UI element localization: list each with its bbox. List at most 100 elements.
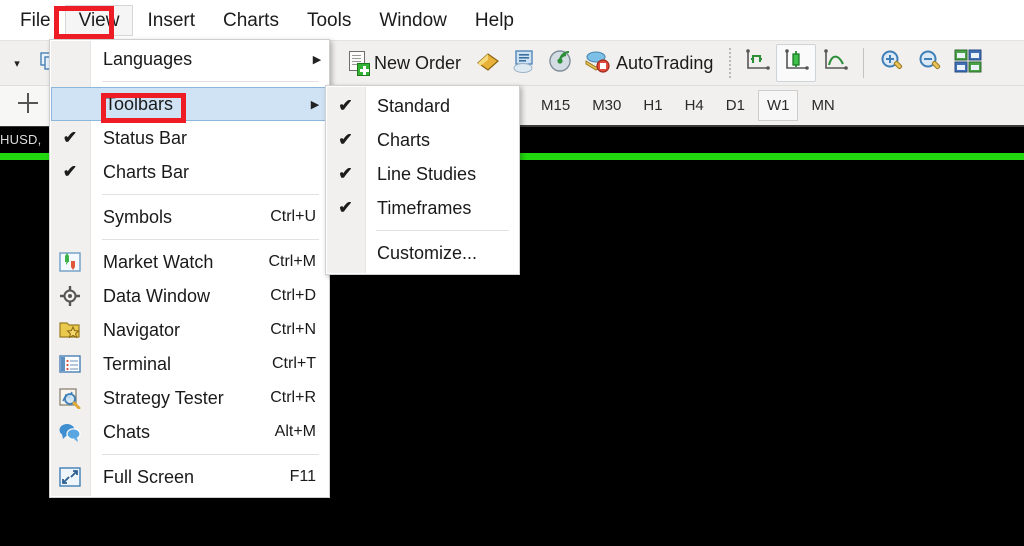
submenu-item-customize[interactable]: Customize...	[326, 236, 519, 270]
line-chart-button[interactable]	[816, 44, 854, 82]
submenu-item-standard[interactable]: ✔ Standard	[326, 89, 519, 123]
check-glyph: ✔	[338, 164, 353, 183]
menu-item-label: Data Window	[103, 285, 211, 306]
menu-item-symbols[interactable]: Symbols Ctrl+U	[50, 200, 329, 234]
bar-chart-button[interactable]	[738, 44, 776, 82]
zoom-in-button[interactable]	[873, 44, 911, 82]
strategy-tester-icon	[50, 381, 90, 415]
menu-item-market-watch[interactable]: Market Watch Ctrl+M	[50, 245, 329, 279]
autotrading-icon	[583, 49, 611, 78]
timeframe-h4[interactable]: H4	[676, 90, 713, 121]
check-glyph: ✔	[338, 130, 353, 149]
signals-button[interactable]	[542, 44, 578, 82]
bar-chart-icon	[743, 48, 771, 79]
new-order-button[interactable]: New Order	[342, 44, 470, 82]
chats-icon	[50, 415, 90, 449]
menu-item-accelerator: Ctrl+U	[270, 208, 316, 225]
menu-separator	[102, 194, 319, 195]
zoom-in-icon	[878, 48, 906, 79]
line-chart-icon	[821, 48, 849, 79]
menu-item-strategy-tester[interactable]: Strategy Tester Ctrl+R	[50, 381, 329, 415]
metaquotes-id-button[interactable]	[506, 44, 542, 82]
check-icon: ✔	[326, 191, 365, 225]
menu-item-accelerator: Ctrl+M	[268, 253, 316, 270]
timeframe-h1[interactable]: H1	[634, 90, 671, 121]
timeframe-w1[interactable]: W1	[757, 90, 799, 121]
application-window: File View Insert Charts Tools Window Hel…	[0, 0, 1024, 546]
menu-item-status-bar[interactable]: ✔ Status Bar	[50, 121, 329, 155]
check-glyph: ✔	[62, 162, 78, 181]
menu-window[interactable]: Window	[365, 5, 461, 36]
submenu-item-icon-slot	[326, 236, 365, 270]
submenu-item-charts[interactable]: ✔ Charts	[326, 123, 519, 157]
signals-icon	[547, 49, 573, 78]
autotrading-label: AutoTrading	[616, 52, 714, 73]
timeframe-m30[interactable]: M30	[583, 90, 630, 121]
menu-item-accelerator: Ctrl+R	[270, 389, 316, 406]
toolbars-submenu: ✔ Standard ✔ Charts ✔ Line Studies ✔ Tim…	[325, 85, 520, 275]
menu-item-accelerator: F11	[289, 468, 316, 485]
check-icon: ✔	[326, 157, 365, 191]
gold-bar-button[interactable]	[470, 44, 506, 82]
menu-item-charts-bar[interactable]: ✔ Charts Bar	[50, 155, 329, 189]
toolbar-overflow-chevron-icon[interactable]: ▾	[0, 41, 34, 86]
menu-item-accelerator: Ctrl+N	[270, 321, 316, 338]
submenu-separator	[376, 230, 509, 231]
submenu-item-label: Charts	[377, 129, 431, 150]
timeframe-d1[interactable]: D1	[717, 90, 754, 121]
menu-item-terminal[interactable]: Terminal Ctrl+T	[50, 347, 329, 381]
menu-item-accelerator: Ctrl+T	[272, 355, 316, 372]
chevron-right-icon: ▶	[312, 53, 322, 66]
zoom-out-icon	[916, 48, 944, 79]
menu-charts[interactable]: Charts	[209, 5, 293, 36]
menu-item-label: Strategy Tester	[103, 387, 224, 408]
chart-symbol-label: HUSD,	[0, 132, 42, 147]
menu-item-label: Full Screen	[103, 466, 195, 487]
menu-item-icon-slot	[50, 42, 90, 76]
candlestick-chart-icon	[782, 48, 810, 79]
tile-windows-button[interactable]	[949, 44, 987, 82]
check-icon: ✔	[326, 89, 365, 123]
menu-view[interactable]: View	[64, 4, 134, 36]
submenu-item-line-studies[interactable]: ✔ Line Studies	[326, 157, 519, 191]
new-order-label: New Order	[374, 52, 462, 73]
menu-item-icon-slot	[52, 88, 92, 120]
menu-file[interactable]: File	[6, 5, 65, 36]
menu-item-toolbars[interactable]: Toolbars ▶	[51, 87, 328, 121]
menu-item-data-window[interactable]: Data Window Ctrl+D	[50, 279, 329, 313]
menu-item-accelerator: Ctrl+D	[270, 287, 316, 304]
menu-item-label: Navigator	[103, 319, 181, 340]
submenu-item-label: Standard	[377, 95, 451, 116]
menu-tools[interactable]: Tools	[293, 5, 365, 36]
crosshair-button[interactable]	[0, 85, 56, 126]
check-icon: ✔	[50, 155, 90, 189]
autotrading-button[interactable]: AutoTrading	[578, 44, 722, 82]
menu-item-label: Status Bar	[103, 127, 188, 148]
timeframe-mn[interactable]: MN	[802, 90, 843, 121]
menu-item-label: Charts Bar	[103, 161, 190, 182]
check-glyph: ✔	[338, 198, 353, 217]
menu-item-label: Chats	[103, 421, 151, 442]
menu-item-full-screen[interactable]: Full Screen F11	[50, 460, 329, 494]
menu-item-languages[interactable]: Languages ▶	[50, 42, 329, 76]
check-glyph: ✔	[62, 128, 78, 147]
menu-insert[interactable]: Insert	[133, 5, 209, 36]
submenu-item-timeframes[interactable]: ✔ Timeframes	[326, 191, 519, 225]
menu-help[interactable]: Help	[461, 5, 528, 36]
new-order-icon	[347, 51, 370, 76]
tile-windows-icon	[954, 49, 982, 78]
zoom-out-button[interactable]	[911, 44, 949, 82]
toolbar-separator-2	[863, 48, 865, 78]
toolbar-separator-1	[729, 48, 732, 78]
menu-separator	[102, 239, 319, 240]
menu-item-navigator[interactable]: Navigator Ctrl+N	[50, 313, 329, 347]
submenu-item-label: Timeframes	[377, 197, 472, 218]
check-glyph: ✔	[338, 96, 353, 115]
menu-item-chats[interactable]: Chats Alt+M	[50, 415, 329, 449]
menu-item-label: Market Watch	[103, 251, 214, 272]
timeframe-m15[interactable]: M15	[532, 90, 579, 121]
menu-item-accelerator: Alt+M	[274, 423, 316, 440]
candlestick-chart-button[interactable]	[776, 44, 817, 82]
check-icon: ✔	[50, 121, 90, 155]
metaquotes-id-icon	[511, 49, 537, 78]
